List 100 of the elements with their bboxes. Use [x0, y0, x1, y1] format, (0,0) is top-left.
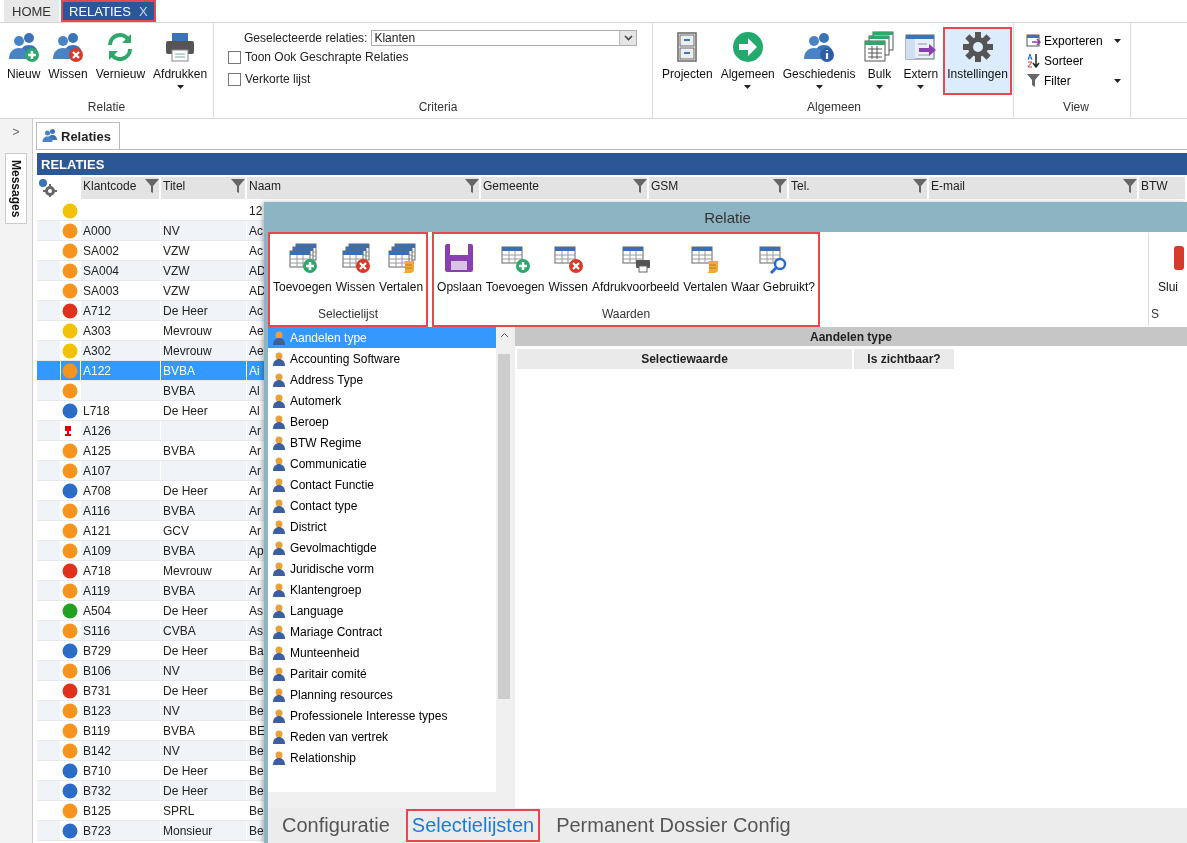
table-cell: De Heer	[161, 301, 247, 320]
close-tab-button[interactable]: X	[138, 3, 148, 19]
column-header[interactable]: E-mail	[929, 177, 1139, 199]
ribbon-button[interactable]: Algemeen	[717, 27, 778, 93]
person-icon	[272, 750, 286, 765]
person-icon	[272, 708, 286, 723]
table-cell: BVBA	[161, 581, 247, 600]
tab[interactable]: HOME	[4, 0, 59, 22]
person-icon	[272, 561, 286, 576]
table-cell: Mevrouw	[161, 321, 247, 340]
menu-button[interactable]: Sorteer	[1026, 53, 1121, 68]
column-header[interactable]: Tel.	[789, 177, 929, 199]
ribbon-button[interactable]: Waar Gebruikt?	[730, 242, 816, 307]
group-label: Waarden	[600, 307, 652, 323]
table-cell: VZW	[161, 261, 247, 280]
table-cell: De Heer	[161, 781, 247, 800]
table-cell: A121	[81, 521, 161, 540]
table-cell: B731	[81, 681, 161, 700]
ribbon-button[interactable]: Nieuw	[4, 27, 44, 85]
table-cell: BVBA	[161, 381, 247, 400]
expand-button[interactable]: >	[12, 125, 20, 139]
ribbon-button[interactable]: Toevoegen	[484, 242, 546, 307]
table-cell: NV	[161, 701, 247, 720]
panel-header: Aandelen type	[515, 327, 1187, 346]
column-header[interactable]: Naam	[247, 177, 481, 199]
tab[interactable]: RELATIES X	[61, 0, 156, 22]
person-icon	[272, 666, 286, 681]
table-cell: SPRL	[161, 801, 247, 820]
table-cell: A122	[81, 361, 161, 380]
column-header[interactable]: Selectiewaarde	[517, 349, 852, 369]
table-cell: NV	[161, 661, 247, 680]
spreadsheet-icon	[863, 31, 896, 63]
document-tab[interactable]: Relaties	[36, 122, 120, 149]
group-label: Selectielijst	[317, 307, 380, 323]
group-label: S	[1151, 307, 1159, 323]
checkbox-label[interactable]: Verkorte lijst	[245, 72, 311, 86]
column-header[interactable]: BTW	[1139, 177, 1187, 199]
tab[interactable]: Permanent Dossier Config	[550, 809, 797, 842]
person-icon	[272, 645, 286, 660]
checkbox[interactable]	[228, 50, 241, 64]
column-header[interactable]: Is zichtbaar?	[854, 349, 954, 369]
column-header[interactable]: Titel	[161, 177, 247, 199]
table-cell: A107	[81, 461, 161, 480]
ribbon-button[interactable]: Projecten	[659, 27, 716, 85]
ribbon-button[interactable]: Geschiedenis	[779, 27, 859, 93]
ribbon-button[interactable]: Afdrukvoorbeeld	[590, 242, 681, 307]
ribbon-button[interactable]: Slui	[1151, 242, 1185, 307]
column-header[interactable]: Klantcode	[81, 177, 161, 199]
table-cell: A504	[81, 601, 161, 620]
person-icon	[272, 372, 286, 387]
table-cell: De Heer	[161, 681, 247, 700]
field-label: Geselecteerde relaties:	[244, 31, 368, 45]
table-cell: GCV	[161, 521, 247, 540]
table-cell: Mevrouw	[161, 561, 247, 580]
table-cell: BVBA	[161, 721, 247, 740]
person-icon	[272, 351, 286, 366]
table-cell: L718	[81, 401, 161, 420]
ribbon-button[interactable]: Wissen	[547, 242, 589, 307]
ribbon-button[interactable]: Vertalen	[682, 242, 729, 307]
remove-table-icon	[339, 242, 372, 274]
column-header[interactable]: GSM	[649, 177, 789, 199]
ribbon-button[interactable]: Instellingen	[943, 27, 1012, 95]
table-cell: VZW	[161, 281, 247, 300]
horizontal-scrollbar[interactable]	[268, 792, 512, 808]
ribbon-button[interactable]: Afdrukken	[150, 27, 211, 93]
menu-button[interactable]: Filter	[1026, 73, 1121, 88]
table-cell: SA002	[81, 241, 161, 260]
add-user-icon	[7, 31, 40, 63]
scroll-up-icon	[499, 332, 509, 338]
ribbon-button[interactable]: Wissen	[45, 27, 91, 85]
ribbon-button[interactable]: Extern	[900, 27, 942, 93]
table-cell: B732	[81, 781, 161, 800]
chevron-down-icon	[623, 35, 633, 41]
users-info-icon	[803, 31, 836, 63]
table-cell: BVBA	[161, 361, 247, 380]
table-cell: SA004	[81, 261, 161, 280]
ribbon-button[interactable]: Vernieuw	[92, 27, 149, 85]
column-header[interactable]: Gemeente	[481, 177, 649, 199]
person-icon	[272, 414, 286, 429]
person-icon	[272, 330, 286, 345]
checkbox[interactable]	[228, 72, 241, 86]
filter-icon	[1026, 73, 1041, 88]
checkbox-label[interactable]: Toon Ook Geschrapte Relaties	[245, 50, 409, 64]
ribbon-button[interactable]: Bulk	[860, 27, 899, 93]
table-cell: CVBA	[161, 621, 247, 640]
person-icon	[272, 603, 286, 618]
table-cell: BVBA	[161, 441, 247, 460]
table-cell: NV	[161, 741, 247, 760]
vertical-scrollbar[interactable]	[496, 327, 512, 792]
group-label: Criteria	[417, 100, 459, 116]
messages-tab[interactable]: Messages	[5, 153, 27, 225]
table-cell: A116	[81, 501, 161, 520]
export-icon	[1026, 33, 1041, 48]
dropdown-field[interactable]: Klanten	[371, 30, 638, 46]
table-cell: B723	[81, 821, 161, 840]
table-cell: A126	[81, 421, 161, 440]
menu-button[interactable]: Exporteren	[1026, 33, 1121, 48]
tab[interactable]: Selectielijsten	[405, 809, 541, 842]
sort-icon	[1026, 53, 1041, 68]
translate-table-icon	[385, 242, 418, 274]
